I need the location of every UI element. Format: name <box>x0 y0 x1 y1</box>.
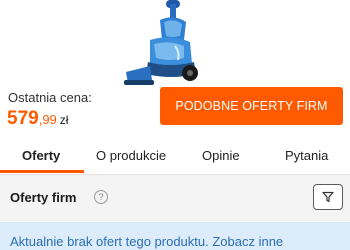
product-tabs: Oferty O produkcie Opinie Pytania <box>0 138 350 175</box>
last-price-label: Ostatnia cena: <box>8 90 92 105</box>
info-banner: Aktualnie brak ofert tego produktu. Zoba… <box>0 222 350 250</box>
filter-icon <box>322 191 334 203</box>
price-cents: ,99 <box>38 112 57 127</box>
price: 579,99 zł <box>7 108 68 130</box>
carpet-cleaner-image <box>124 0 198 85</box>
active-tab-indicator <box>0 170 84 173</box>
no-offers-message: Aktualnie brak ofert tego produktu. Zoba… <box>10 234 284 249</box>
product-image[interactable] <box>120 0 215 88</box>
offers-section-title: Oferty firm <box>10 190 77 205</box>
price-main: 579 <box>7 108 39 129</box>
tab-reviews[interactable]: Opinie <box>202 148 240 163</box>
tab-offers[interactable]: Oferty <box>22 148 60 163</box>
filter-button[interactable] <box>313 184 343 210</box>
tab-questions[interactable]: Pytania <box>285 148 328 163</box>
price-currency: zł <box>59 113 69 127</box>
tab-product-info[interactable]: O produkcie <box>96 148 166 163</box>
question-circle-icon[interactable]: ? <box>94 190 108 204</box>
similar-offers-button[interactable]: PODOBNE OFERTY FIRM <box>160 87 343 125</box>
offers-section-header: Oferty firm ? <box>0 175 350 221</box>
